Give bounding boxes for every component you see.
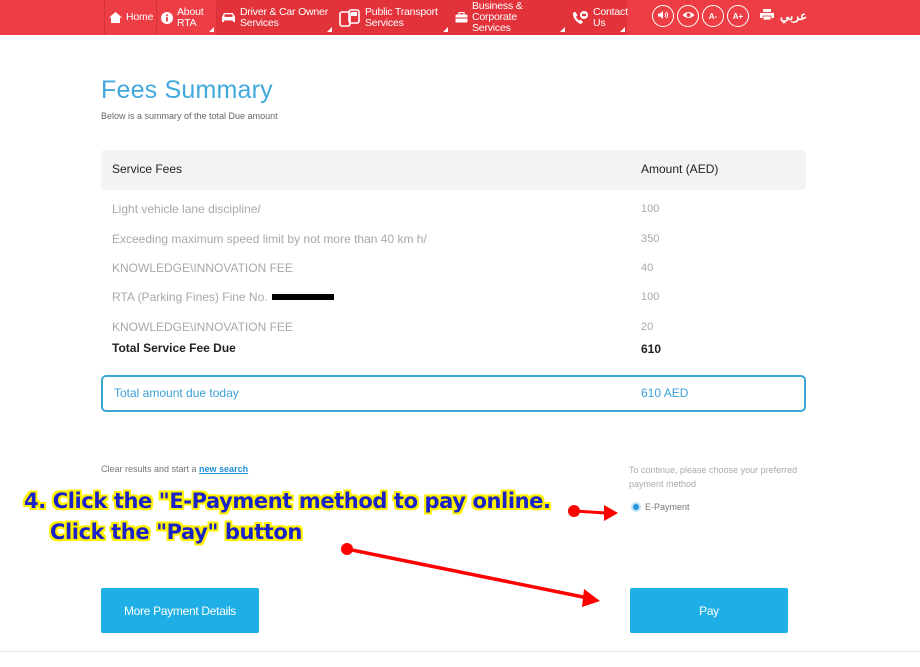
arrow-line <box>573 509 607 515</box>
bus-icon <box>339 8 361 27</box>
top-navigation-bar: Home About RTA Driver & Car Owner Service… <box>0 0 920 35</box>
nav-home[interactable]: Home <box>104 0 156 35</box>
info-icon <box>161 11 173 24</box>
nav-contact-line2: Us <box>593 16 606 29</box>
arrow-line <box>346 547 589 600</box>
clear-prefix: Clear results and start a <box>101 464 200 474</box>
fee-description: KNOWLEDGE\INNOVATION FEE <box>112 320 293 334</box>
main-nav: Home About RTA Driver & Car Owner Service… <box>104 0 628 35</box>
due-today-label: Total amount due today <box>114 386 239 400</box>
dropdown-triangle-icon <box>443 27 448 32</box>
fee-description: Exceeding maximum speed limit by not mor… <box>112 232 427 246</box>
fee-amount: 40 <box>641 262 654 274</box>
fee-amount: 100 <box>641 203 660 215</box>
total-due-today-box: Total amount due today 610 AED <box>101 375 806 412</box>
language-toggle[interactable]: عربي <box>780 9 807 23</box>
nav-about-label: About RTA <box>177 5 204 29</box>
nav-contact-us[interactable]: Contact Us <box>567 0 628 35</box>
accessibility-tools: A- A+ عربي <box>652 5 807 27</box>
footer-divider <box>0 651 920 652</box>
briefcase-icon <box>455 12 468 23</box>
arrow-start-dot <box>568 505 580 517</box>
new-search-link[interactable]: new search <box>199 464 248 474</box>
nav-public-transport[interactable]: Public Transport Services <box>334 0 450 35</box>
page-title: Fees Summary <box>101 76 273 104</box>
speaker-button[interactable] <box>652 5 674 27</box>
print-icon[interactable] <box>760 7 774 25</box>
redacted-fine-number <box>271 293 334 300</box>
phone-icon <box>572 10 589 25</box>
dropdown-triangle-icon <box>327 27 332 32</box>
fee-amount: 20 <box>641 321 654 333</box>
total-label: Total Service Fee Due <box>112 341 236 355</box>
e-payment-radio[interactable] <box>631 502 641 512</box>
speaker-icon <box>657 10 669 22</box>
header-amount: Amount (AED) <box>641 162 719 176</box>
nav-driver-line2: Services <box>240 16 279 29</box>
home-icon <box>109 12 122 23</box>
pay-button[interactable]: Pay <box>630 588 788 633</box>
due-today-amount: 610 AED <box>641 386 689 400</box>
arrow-head-icon <box>604 505 618 521</box>
instruction-annotation-line1: 4. Click the "E-Payment method to pay on… <box>24 489 551 513</box>
increase-font-button[interactable]: A+ <box>727 5 749 27</box>
clear-results-text: Clear results and start a new search <box>101 464 248 474</box>
payment-method-prompt: To continue, please choose your preferre… <box>629 465 798 489</box>
dropdown-triangle-icon <box>209 27 214 32</box>
fee-amount: 100 <box>641 291 660 303</box>
car-icon <box>221 12 236 23</box>
e-payment-label: E-Payment <box>645 502 690 512</box>
more-payment-details-button[interactable]: More Payment Details <box>101 588 259 633</box>
nav-business-corporate[interactable]: Business & Corporate Services <box>450 0 567 35</box>
eye-icon <box>682 11 695 21</box>
fees-table-header: Service Fees Amount (AED) <box>101 150 806 190</box>
arrow-start-dot <box>341 543 353 555</box>
arrow-head-icon <box>582 589 600 607</box>
decrease-font-button[interactable]: A- <box>702 5 724 27</box>
e-payment-option[interactable]: E-Payment <box>631 502 690 512</box>
fee-description: KNOWLEDGE\INNOVATION FEE <box>112 261 293 275</box>
nav-public-line2: Services <box>365 16 404 29</box>
page-subtitle: Below is a summary of the total Due amou… <box>101 111 278 121</box>
dropdown-triangle-icon <box>560 27 565 32</box>
nav-driver-car-owner[interactable]: Driver & Car Owner Services <box>216 0 334 35</box>
total-amount: 610 <box>641 342 662 356</box>
arrow-to-e-payment <box>568 505 618 521</box>
fee-amount: 350 <box>641 233 660 245</box>
header-service-fees: Service Fees <box>112 162 183 176</box>
nav-about-rta[interactable]: About RTA <box>156 0 216 35</box>
nav-business-line1: Business & Corporate <box>472 0 523 23</box>
arrow-to-pay-button <box>341 543 600 607</box>
dropdown-triangle-icon <box>620 27 625 32</box>
nav-business-line2: Services <box>472 22 511 34</box>
fee-description: Light vehicle lane discipline/ <box>112 202 261 216</box>
contrast-button[interactable] <box>677 5 699 27</box>
instruction-annotation-line2: Click the "Pay" button <box>50 520 302 544</box>
fee-description: RTA (Parking Fines) Fine No. <box>112 290 268 304</box>
nav-home-label: Home <box>126 11 154 23</box>
